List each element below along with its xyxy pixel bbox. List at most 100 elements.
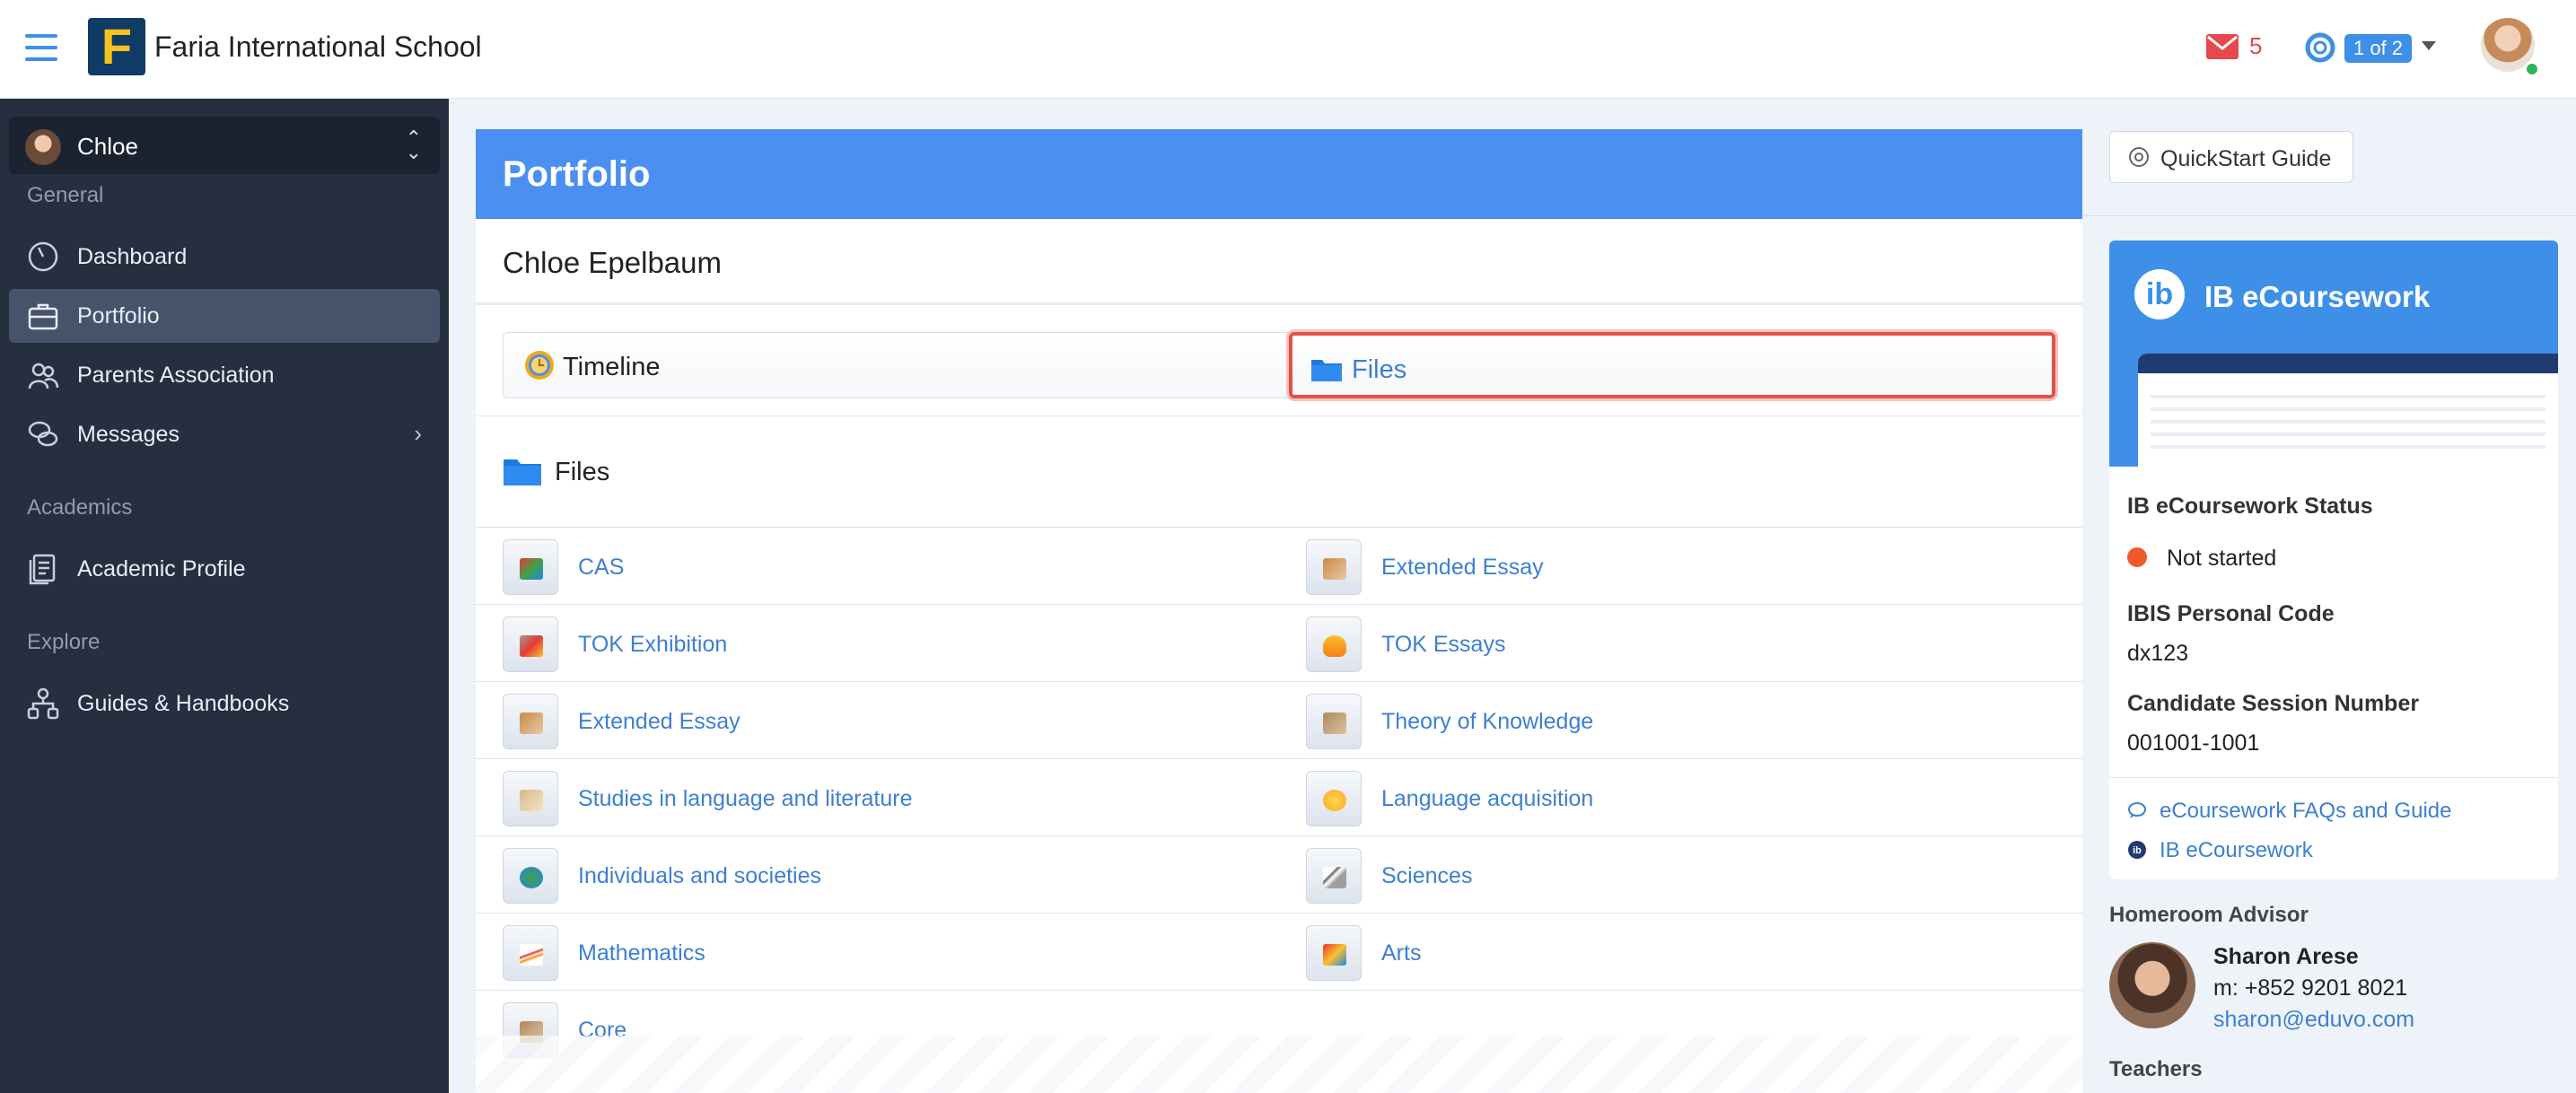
chevron-down-icon[interactable]: [2422, 41, 2436, 50]
status-dot-icon: [2127, 547, 2147, 568]
folder-icon: [1311, 360, 1342, 381]
page-title: Portfolio: [503, 154, 651, 194]
chevron-updown-icon: ⌃ ⌄: [405, 127, 422, 163]
folder-icon: [504, 459, 541, 485]
pager-badge[interactable]: 1 of 2: [2344, 34, 2413, 63]
ib-banner-title: IB eCoursework: [2204, 280, 2431, 313]
folder-label: Extended Essay: [1381, 555, 1544, 580]
school-logo[interactable]: F: [88, 18, 145, 75]
sidebar-item-label: Academic Profile: [77, 556, 246, 581]
svg-text:ib: ib: [2133, 845, 2142, 856]
sidebar-item-messages[interactable]: Messages ›: [9, 407, 440, 461]
files-heading: Files: [555, 458, 610, 486]
student-avatar: [25, 129, 61, 165]
folder-label: Mathematics: [578, 940, 705, 966]
quickstart-label: QuickStart Guide: [2160, 146, 2332, 171]
ib-ecoursework-link[interactable]: ib IB eCoursework: [2127, 838, 2313, 863]
chat-icon: [28, 421, 58, 447]
candidate-session-value: 001001-1001: [2127, 730, 2260, 756]
folder-label: Sciences: [1381, 863, 1473, 888]
folder-icon: [503, 694, 558, 749]
folder-tok-essays[interactable]: TOK Essays: [1279, 605, 2082, 682]
tabs-row: Timeline Files: [476, 305, 2082, 416]
folder-extended-essay[interactable]: Extended Essay: [476, 682, 1279, 759]
tab-label: Files: [1352, 355, 1407, 384]
folder-label: Extended Essay: [578, 709, 740, 734]
sidebar-item-parents-association[interactable]: Parents Association: [9, 348, 440, 402]
folder-arts[interactable]: Arts: [1279, 914, 2082, 991]
sidebar-item-academic-profile[interactable]: Academic Profile: [9, 542, 440, 596]
student-row: Chloe Epelbaum: [476, 219, 2082, 305]
ecoursework-faq-link[interactable]: eCoursework FAQs and Guide: [2127, 799, 2452, 824]
teachers-label: Teachers: [2109, 1057, 2203, 1081]
user-avatar[interactable]: [2481, 18, 2540, 77]
user-switcher[interactable]: Chloe ⌃ ⌄: [9, 117, 440, 174]
folder-cas[interactable]: CAS: [476, 528, 1279, 605]
portfolio-panel: Portfolio Chloe Epelbaum Timeline Files: [476, 129, 2082, 1093]
menu-icon[interactable]: [25, 34, 57, 61]
homeroom-advisor-label: Homeroom Advisor: [2109, 903, 2309, 927]
link-text: eCoursework FAQs and Guide: [2160, 799, 2452, 823]
folder-icon: [503, 539, 558, 595]
ib-logo-icon: ib: [2134, 269, 2185, 319]
top-bar: F Faria International School 5 1 of 2: [0, 0, 2576, 99]
dashboard-icon: [28, 241, 58, 272]
folder-studies-language-literature[interactable]: Studies in language and literature: [476, 759, 1279, 836]
sidebar-item-label: Parents Association: [77, 363, 275, 388]
folder-language-acquisition[interactable]: Language acquisition: [1279, 759, 2082, 836]
advisor-avatar: [2109, 942, 2195, 1028]
section-label-academics: Academics: [27, 495, 133, 520]
lifebuoy-icon[interactable]: [2305, 32, 2335, 63]
tab-timeline[interactable]: Timeline: [503, 332, 1298, 398]
folder-label: TOK Exhibition: [578, 632, 728, 657]
folder-tok-exhibition[interactable]: TOK Exhibition: [476, 605, 1279, 682]
people-icon: [28, 363, 59, 389]
user-switcher-name: Chloe: [77, 133, 138, 160]
folder-icon: [1306, 848, 1362, 904]
sidebar-item-dashboard[interactable]: Dashboard: [9, 230, 440, 284]
ib-banner[interactable]: ib IB eCoursework: [2109, 240, 2558, 467]
folder-icon: [1306, 539, 1362, 595]
portfolio-header: Portfolio: [476, 129, 2082, 219]
folder-label: Arts: [1381, 940, 1422, 966]
folder-icon: [503, 925, 558, 981]
divider: [2084, 215, 2576, 216]
folder-theory-of-knowledge[interactable]: Theory of Knowledge: [1279, 682, 2082, 759]
quickstart-guide-button[interactable]: QuickStart Guide: [2109, 131, 2353, 183]
folder-sciences[interactable]: Sciences: [1279, 836, 2082, 914]
ib-logo-icon: ib: [2128, 840, 2146, 859]
chevron-right-icon: ›: [414, 420, 422, 447]
mail-icon[interactable]: [2206, 34, 2239, 59]
ib-preview-image: [2138, 354, 2558, 467]
mail-count-badge[interactable]: 5: [2249, 32, 2262, 60]
folder-icon: [503, 848, 558, 904]
online-status-dot: [2524, 61, 2540, 77]
divider: [2109, 777, 2558, 778]
advisor-phone: m: +852 9201 8021: [2213, 975, 2408, 1001]
sidebar: Chloe ⌃ ⌄ General Dashboard Portfolio Par…: [0, 99, 449, 1093]
sidebar-item-label: Guides & Handbooks: [77, 691, 290, 716]
lifebuoy-icon: [2129, 147, 2149, 167]
link-text: IB eCoursework: [2160, 838, 2313, 862]
folder-mathematics[interactable]: Mathematics: [476, 914, 1279, 991]
sidebar-item-guides-handbooks[interactable]: Guides & Handbooks: [9, 677, 440, 730]
files-section-header: Files: [476, 416, 2082, 528]
school-name: Faria International School: [154, 31, 482, 63]
ibis-value: dx123: [2127, 641, 2189, 666]
folder-label: Individuals and societies: [578, 863, 821, 888]
advisor-email-link[interactable]: sharon@eduvo.com: [2213, 1007, 2414, 1033]
ib-ecoursework-card: ib IB eCoursework IB eCoursework Status …: [2109, 240, 2558, 879]
ibis-label: IBIS Personal Code: [2127, 601, 2335, 626]
tab-label: Timeline: [563, 353, 661, 381]
student-name: Chloe Epelbaum: [503, 246, 722, 279]
folder-individuals-societies[interactable]: Individuals and societies: [476, 836, 1279, 914]
chat-icon: [2128, 801, 2146, 818]
decorative-pattern: [476, 1036, 2082, 1093]
section-label-explore: Explore: [27, 630, 101, 654]
section-label-general: General: [27, 183, 104, 207]
folder-extended-essay-2[interactable]: Extended Essay: [1279, 528, 2082, 605]
folder-label: TOK Essays: [1381, 632, 1506, 657]
tab-files[interactable]: Files: [1289, 332, 2055, 398]
sidebar-item-portfolio[interactable]: Portfolio: [9, 289, 440, 343]
candidate-session-label: Candidate Session Number: [2127, 691, 2420, 716]
